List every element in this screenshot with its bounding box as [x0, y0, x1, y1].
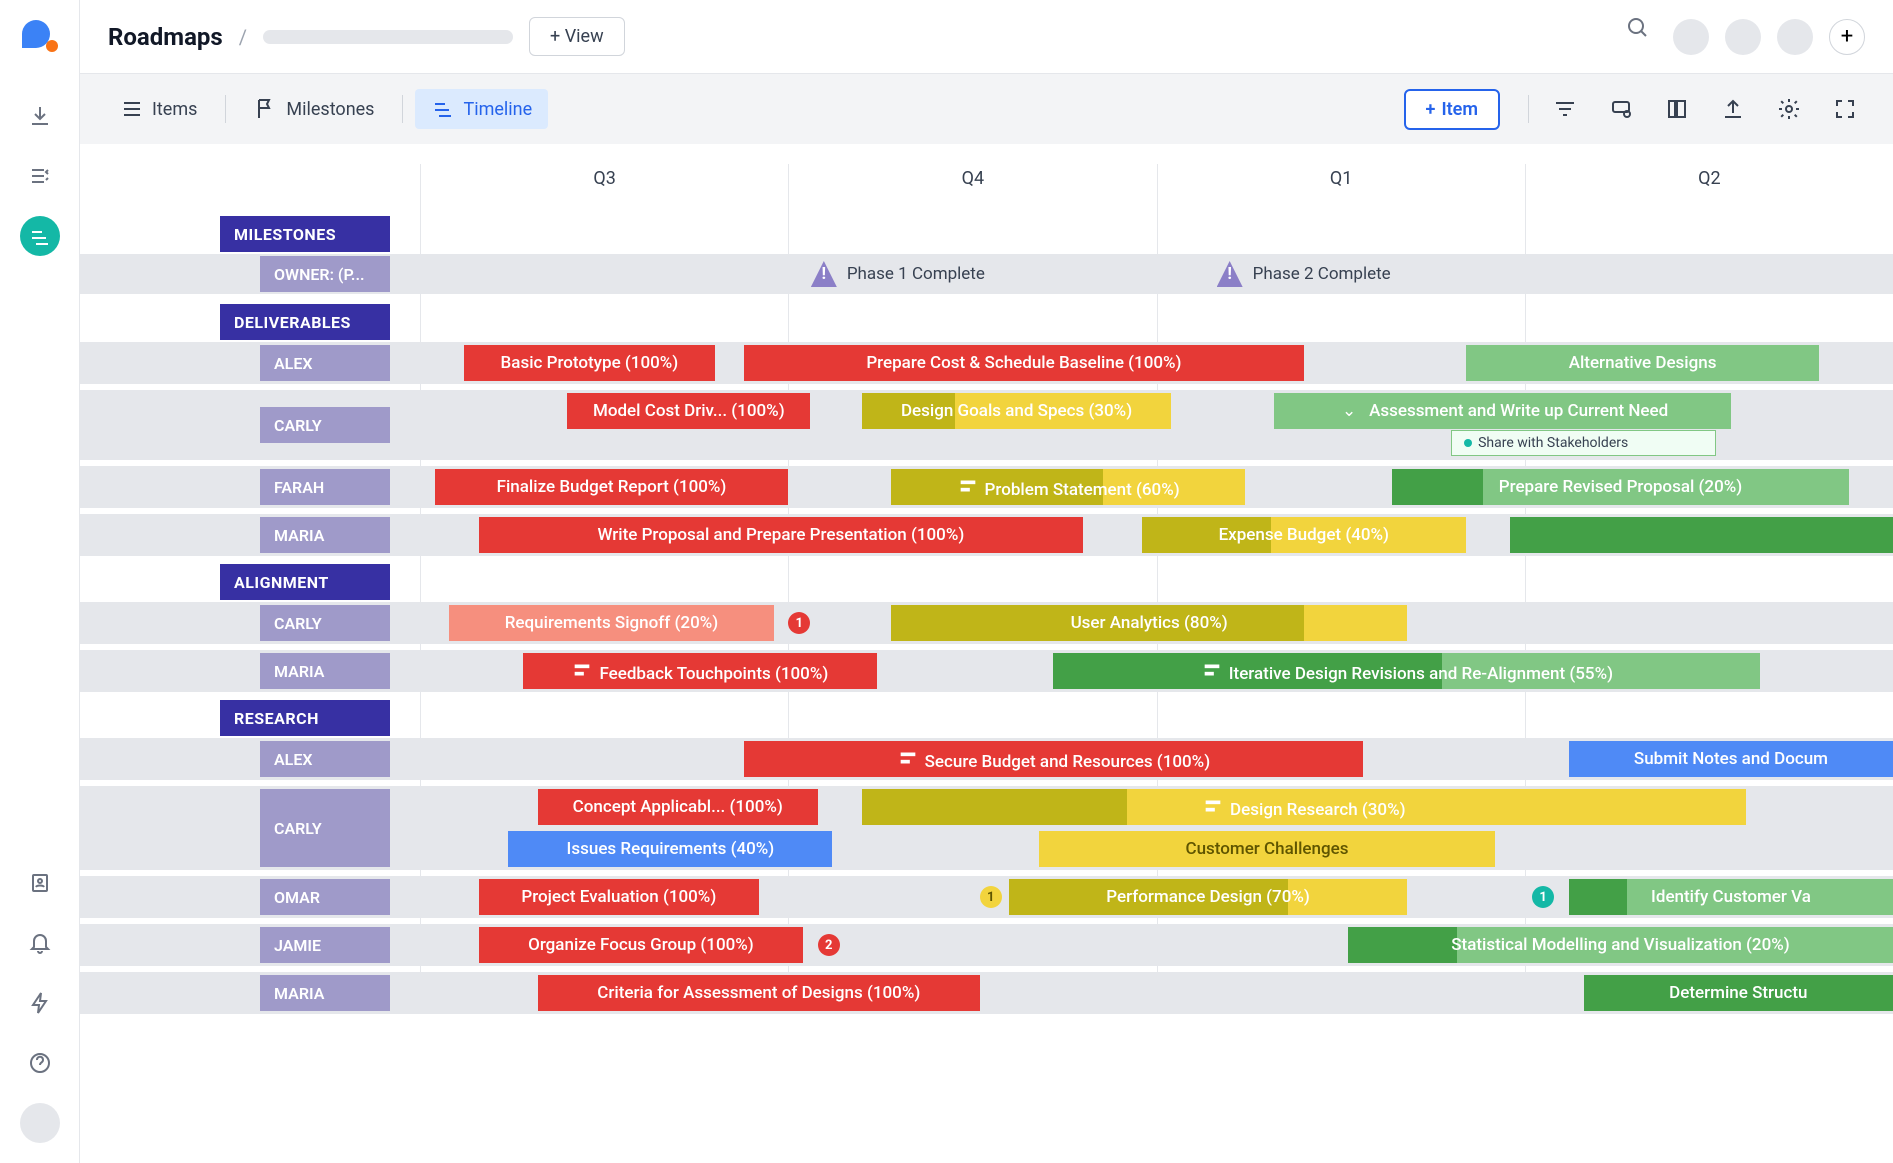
- task-bar[interactable]: Problem Statement (60%): [891, 469, 1245, 505]
- task-bar[interactable]: Submit Notes and Docum: [1569, 741, 1893, 777]
- owner-label[interactable]: CARLY: [260, 789, 390, 867]
- export-icon[interactable]: [1719, 95, 1747, 123]
- timeline-area: Q3Q4Q1Q2 MILESTONES OWNER: (P... !Phase 1 …: [80, 144, 1893, 1163]
- avatar-placeholder[interactable]: [1725, 19, 1761, 55]
- count-badge[interactable]: 1: [1532, 886, 1554, 908]
- owner-label[interactable]: OMAR: [260, 879, 390, 915]
- subtask[interactable]: Share with Stakeholders: [1451, 430, 1716, 456]
- task-bar[interactable]: Design Research (30%): [862, 789, 1746, 825]
- task-bar[interactable]: Customer Challenges: [1039, 831, 1496, 867]
- list-icon[interactable]: [20, 156, 60, 196]
- layout-icon[interactable]: [1663, 95, 1691, 123]
- avatar-placeholder[interactable]: [1673, 19, 1709, 55]
- task-bar[interactable]: Concept Applicabl... (100%): [538, 789, 818, 825]
- view-toolbar: Items Milestones Timeline +Item: [80, 74, 1893, 144]
- top-bar: Roadmaps / + View +: [80, 0, 1893, 74]
- contacts-icon[interactable]: [20, 863, 60, 903]
- owner-label[interactable]: OWNER: (P...: [260, 256, 390, 292]
- tab-items[interactable]: Items: [104, 89, 213, 129]
- link-icon[interactable]: [1607, 95, 1635, 123]
- task-bar[interactable]: Model Cost Driv... (100%): [567, 393, 810, 429]
- task-bar[interactable]: Write Proposal and Prepare Presentation …: [479, 517, 1083, 553]
- owner-label[interactable]: CARLY: [260, 407, 390, 443]
- task-bar[interactable]: Basic Prototype (100%): [464, 345, 714, 381]
- task-bar[interactable]: Expense Budget (40%): [1142, 517, 1466, 553]
- task-bar[interactable]: Performance Design (70%): [1009, 879, 1407, 915]
- task-bar[interactable]: Determine Structu: [1584, 975, 1893, 1011]
- timeline-nav-icon[interactable]: [20, 216, 60, 256]
- quarter-column: Q2: [1525, 164, 1893, 214]
- task-bar[interactable]: Identify Customer Va: [1569, 879, 1893, 915]
- gear-icon[interactable]: [1775, 95, 1803, 123]
- breadcrumb-placeholder[interactable]: [263, 30, 513, 44]
- task-bar[interactable]: Prepare Cost & Schedule Baseline (100%): [744, 345, 1304, 381]
- task-bar[interactable]: Statistical Modelling and Visualization …: [1348, 927, 1893, 963]
- section-header[interactable]: RESEARCH: [220, 700, 390, 736]
- owner-label[interactable]: ALEX: [260, 741, 390, 777]
- help-icon[interactable]: [20, 1043, 60, 1083]
- count-badge[interactable]: 1: [788, 612, 810, 634]
- filter-icon[interactable]: [1551, 95, 1579, 123]
- task-bar[interactable]: Alternative Designs: [1466, 345, 1820, 381]
- owner-label[interactable]: CARLY: [260, 605, 390, 641]
- owner-label[interactable]: MARIA: [260, 653, 390, 689]
- task-bar[interactable]: User Analytics (80%): [891, 605, 1407, 641]
- count-badge[interactable]: 1: [980, 886, 1002, 908]
- tab-milestones[interactable]: Milestones: [238, 89, 390, 129]
- avatar-placeholder[interactable]: [1777, 19, 1813, 55]
- owner-label[interactable]: MARIA: [260, 517, 390, 553]
- milestone[interactable]: !Phase 1 Complete: [811, 261, 985, 287]
- count-badge[interactable]: 2: [818, 934, 840, 956]
- section-header[interactable]: DELIVERABLES: [220, 304, 390, 340]
- search-icon[interactable]: [1617, 7, 1657, 47]
- task-bar[interactable]: Design Goals and Specs (30%): [862, 393, 1171, 429]
- milestone[interactable]: !Phase 2 Complete: [1217, 261, 1391, 287]
- page-title: Roadmaps: [108, 23, 223, 51]
- logo: [22, 20, 58, 56]
- owner-label[interactable]: JAMIE: [260, 927, 390, 963]
- task-bar[interactable]: Organize Focus Group (100%): [479, 927, 803, 963]
- owner-label[interactable]: MARIA: [260, 975, 390, 1011]
- task-bar[interactable]: Issues Requirements (40%): [508, 831, 832, 867]
- owner-label[interactable]: FARAH: [260, 469, 390, 505]
- task-bar[interactable]: Criteria for Assessment of Designs (100%…: [538, 975, 980, 1011]
- section-header[interactable]: ALIGNMENT: [220, 564, 390, 600]
- quarter-column: Q4: [788, 164, 1156, 214]
- task-bar[interactable]: Requirements Signoff (20%): [449, 605, 773, 641]
- section-header[interactable]: MILESTONES: [220, 216, 390, 252]
- owner-label[interactable]: ALEX: [260, 345, 390, 381]
- bolt-icon[interactable]: [20, 983, 60, 1023]
- tab-timeline[interactable]: Timeline: [415, 89, 548, 129]
- add-view-button[interactable]: + View: [529, 17, 625, 56]
- task-bar[interactable]: Secure Budget and Resources (100%): [744, 741, 1363, 777]
- bell-icon[interactable]: [20, 923, 60, 963]
- fullscreen-icon[interactable]: [1831, 95, 1859, 123]
- task-bar[interactable]: Prepare Revised Proposal (20%): [1392, 469, 1849, 505]
- task-bar[interactable]: Iterative Design Revisions and Re-Alignm…: [1053, 653, 1760, 689]
- task-bar[interactable]: Feedback Touchpoints (100%): [523, 653, 877, 689]
- task-bar[interactable]: Finalize Budget Report (100%): [435, 469, 789, 505]
- quarter-column: Q3: [420, 164, 788, 214]
- user-avatar[interactable]: [20, 1103, 60, 1143]
- task-bar[interactable]: [1510, 517, 1893, 553]
- task-bar[interactable]: ⌄Assessment and Write up Current Need: [1274, 393, 1731, 429]
- add-button[interactable]: +: [1829, 19, 1865, 55]
- add-item-button[interactable]: +Item: [1404, 89, 1500, 130]
- quarter-column: Q1: [1157, 164, 1525, 214]
- side-nav: [0, 0, 80, 1163]
- task-bar[interactable]: Project Evaluation (100%): [479, 879, 759, 915]
- download-icon[interactable]: [20, 96, 60, 136]
